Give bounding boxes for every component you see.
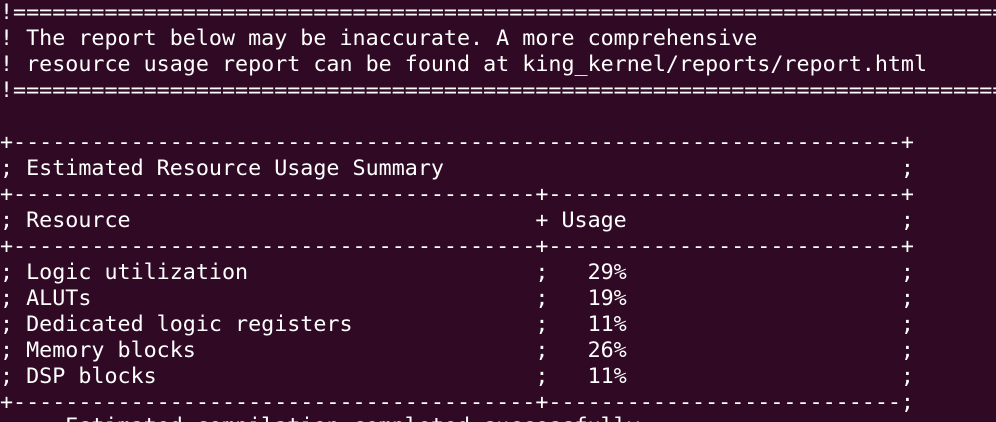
- table-border: +---------------------------------------…: [0, 390, 914, 415]
- table-row: ; Logic utilization ; 29% ;: [0, 260, 914, 285]
- warning-line: ! resource usage report can be found at …: [0, 52, 928, 77]
- table-header: ; Resource + Usage ;: [0, 208, 914, 233]
- table-row: ; ALUTs ; 19% ;: [0, 286, 914, 311]
- table-border: +---------------------------------------…: [0, 130, 914, 155]
- terminal-window[interactable]: !=======================================…: [0, 0, 996, 422]
- table-border: +---------------------------------------…: [0, 182, 914, 207]
- table-border: +---------------------------------------…: [0, 234, 914, 259]
- separator-line: !=======================================…: [0, 78, 996, 103]
- table-row: ; DSP blocks ; 11% ;: [0, 364, 914, 389]
- table-row: ; Memory blocks ; 26% ;: [0, 338, 914, 363]
- separator-line: !=======================================…: [0, 0, 996, 25]
- table-title: ; Estimated Resource Usage Summary ;: [0, 156, 914, 181]
- warning-line: ! The report below may be inaccurate. A …: [0, 26, 758, 51]
- status-line: Estimated compilation completed successf…: [0, 414, 640, 422]
- table-row: ; Dedicated logic registers ; 11% ;: [0, 312, 914, 337]
